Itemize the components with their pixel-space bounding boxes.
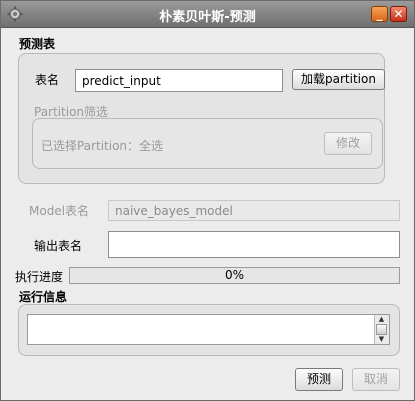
window-title: 朴素贝叶斯-预测 bbox=[159, 10, 256, 25]
selected-partition-text: 已选择Partition：全选 bbox=[41, 139, 164, 153]
dialog-window: 朴素贝叶斯-预测 _ ✕ 预测表 表名 加载partition Partitio… bbox=[0, 0, 415, 401]
model-table-label: Model表名 bbox=[29, 204, 90, 218]
scroll-up-arrow-icon[interactable]: ▲ bbox=[375, 315, 388, 324]
output-table-input[interactable] bbox=[108, 231, 400, 258]
run-info-textarea[interactable]: ▲ ▼ bbox=[27, 314, 390, 345]
run-info-section-title: 运行信息 bbox=[19, 290, 68, 304]
scroll-down-arrow-icon[interactable]: ▼ bbox=[375, 335, 388, 344]
scroll-thumb[interactable] bbox=[376, 324, 387, 335]
model-table-input[interactable] bbox=[108, 200, 400, 221]
run-info-scrollbar[interactable]: ▲ ▼ bbox=[374, 315, 389, 344]
cancel-button[interactable]: 取消 bbox=[352, 368, 400, 391]
predict-button[interactable]: 预测 bbox=[295, 368, 343, 391]
output-table-label: 输出表名 bbox=[34, 239, 83, 253]
load-partition-button[interactable]: 加载partition bbox=[292, 69, 385, 90]
progress-label: 执行进度 bbox=[15, 270, 64, 284]
close-button[interactable]: ✕ bbox=[390, 6, 407, 22]
progress-bar: 0% bbox=[69, 267, 400, 284]
progress-value: 0% bbox=[224, 268, 245, 282]
table-name-label: 表名 bbox=[35, 73, 60, 87]
minimize-button[interactable]: _ bbox=[371, 6, 388, 22]
predict-table-section-title: 预测表 bbox=[19, 37, 56, 51]
edit-partition-button[interactable]: 修改 bbox=[324, 132, 372, 155]
title-bar[interactable]: 朴素贝叶斯-预测 _ ✕ bbox=[1, 1, 414, 28]
table-name-input[interactable] bbox=[75, 69, 283, 92]
